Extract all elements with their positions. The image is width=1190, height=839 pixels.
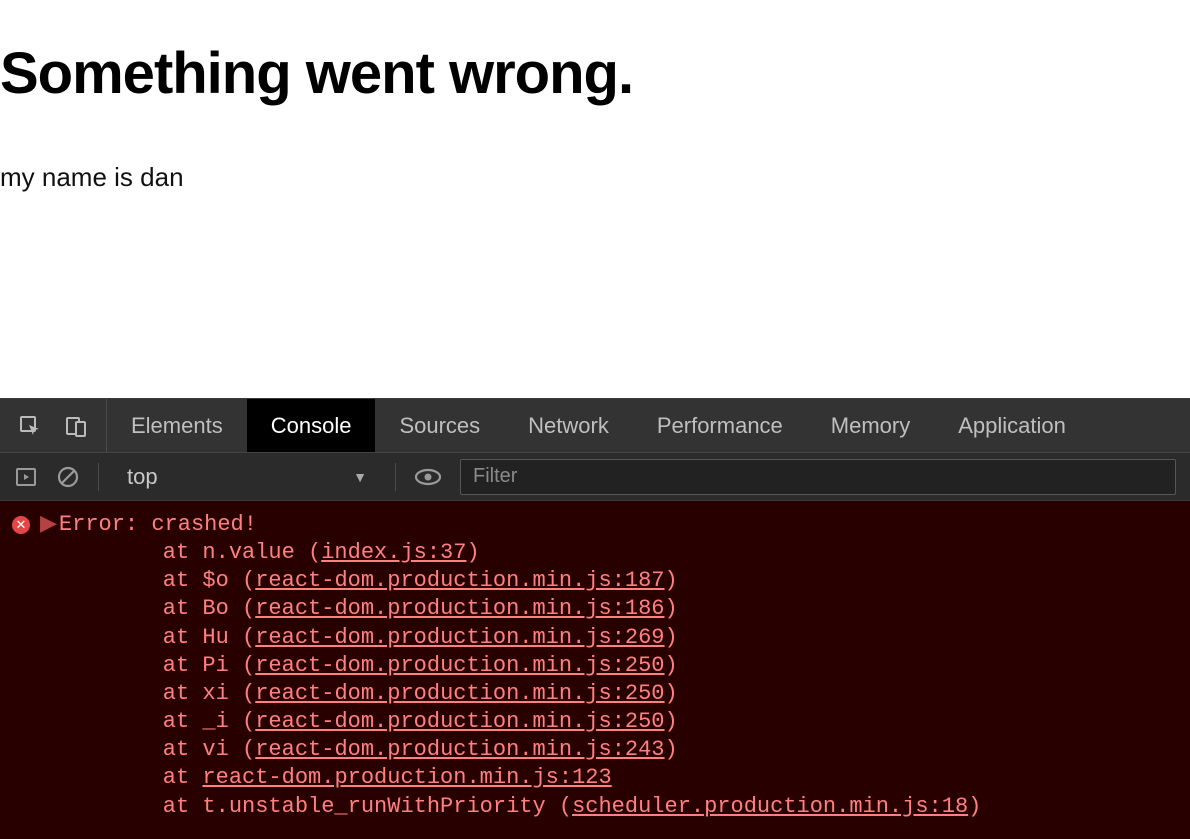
context-label: top <box>127 464 158 490</box>
stack-frame: at Pi (react-dom.production.min.js:250) <box>110 652 1178 680</box>
stack-frame: at _i (react-dom.production.min.js:250) <box>110 708 1178 736</box>
source-link[interactable]: scheduler.production.min.js:18 <box>572 794 968 819</box>
stack-frame: at xi (react-dom.production.min.js:250) <box>110 680 1178 708</box>
source-link[interactable]: react-dom.production.min.js:250 <box>255 709 664 734</box>
stack-frame: at t.unstable_runWithPriority (scheduler… <box>110 793 1178 821</box>
error-message: Error: crashed! <box>59 512 257 537</box>
source-link[interactable]: react-dom.production.min.js:250 <box>255 681 664 706</box>
tab-performance[interactable]: Performance <box>633 399 807 452</box>
stack-frame: at Bo (react-dom.production.min.js:186) <box>110 595 1178 623</box>
error-subtext: my name is dan <box>0 162 1190 193</box>
tab-sources[interactable]: Sources <box>375 399 504 452</box>
error-heading: Something went wrong. <box>0 40 1190 107</box>
source-link[interactable]: react-dom.production.min.js:250 <box>255 653 664 678</box>
tab-network[interactable]: Network <box>504 399 633 452</box>
console-toolbar: top ▼ <box>0 453 1190 501</box>
tab-memory[interactable]: Memory <box>807 399 934 452</box>
tab-console[interactable]: Console <box>247 399 376 452</box>
tab-elements[interactable]: Elements <box>107 399 247 452</box>
devtools-tabs: Elements Console Sources Network Perform… <box>107 399 1090 452</box>
live-expression-icon[interactable] <box>414 465 442 489</box>
source-link[interactable]: react-dom.production.min.js:187 <box>255 568 664 593</box>
stack-frame: at vi (react-dom.production.min.js:243) <box>110 736 1178 764</box>
stack-frame: at $o (react-dom.production.min.js:187) <box>110 567 1178 595</box>
tab-application[interactable]: Application <box>934 399 1090 452</box>
error-icon: ✕ <box>12 516 30 534</box>
stack-trace: at n.value (index.js:37) at $o (react-do… <box>12 539 1178 821</box>
stack-frame: at Hu (react-dom.production.min.js:269) <box>110 624 1178 652</box>
chevron-down-icon: ▼ <box>353 469 367 485</box>
console-output: ✕ ▶Error: crashed! at n.value (index.js:… <box>0 501 1190 839</box>
source-link[interactable]: react-dom.production.min.js:269 <box>255 625 664 650</box>
filter-input[interactable] <box>460 459 1176 495</box>
inspect-icon[interactable] <box>18 414 42 438</box>
source-link[interactable]: react-dom.production.min.js:186 <box>255 596 664 621</box>
source-link[interactable]: react-dom.production.min.js:123 <box>202 765 611 790</box>
page-content: Something went wrong. my name is dan <box>0 0 1190 398</box>
stack-frame: at react-dom.production.min.js:123 <box>110 764 1178 792</box>
expand-caret-icon[interactable]: ▶ <box>40 512 57 537</box>
stack-frame: at n.value (index.js:37) <box>110 539 1178 567</box>
devtools-panel: Elements Console Sources Network Perform… <box>0 398 1190 839</box>
sidebar-toggle-icon[interactable] <box>14 465 38 489</box>
source-link[interactable]: index.js:37 <box>321 540 466 565</box>
devtools-tabbar: Elements Console Sources Network Perform… <box>0 399 1190 453</box>
source-link[interactable]: react-dom.production.min.js:243 <box>255 737 664 762</box>
clear-console-icon[interactable] <box>56 465 80 489</box>
device-toolbar-icon[interactable] <box>64 414 88 438</box>
execution-context-select[interactable]: top ▼ <box>117 460 377 494</box>
